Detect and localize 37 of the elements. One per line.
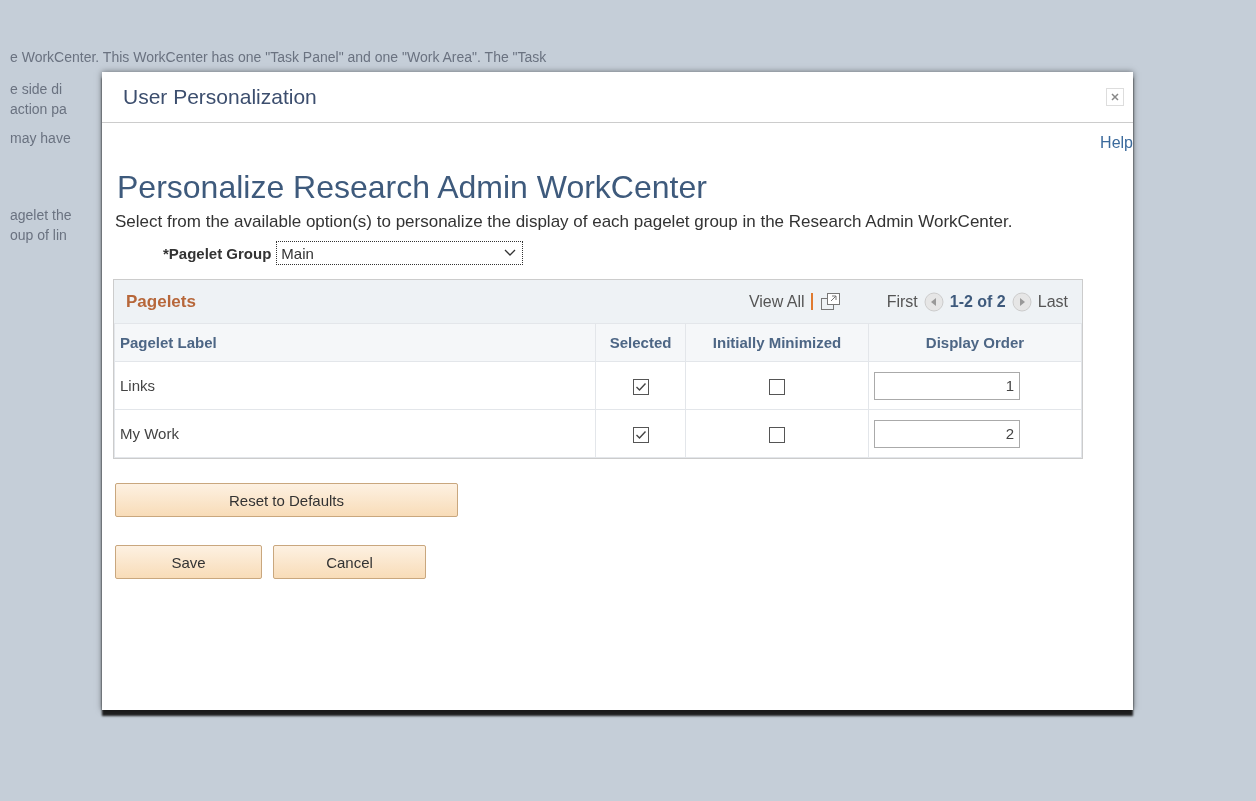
save-button[interactable]: Save bbox=[115, 545, 262, 579]
background-text: e WorkCenter. This WorkCenter has one "Task Panel" and one "Work Area". The "Task bbox=[10, 48, 547, 67]
close-button[interactable] bbox=[1106, 88, 1124, 106]
checkbox[interactable] bbox=[769, 378, 785, 395]
column-header: Selected bbox=[595, 323, 686, 362]
reset-to-defaults-button[interactable]: Reset to Defaults bbox=[115, 483, 458, 517]
cancel-button[interactable]: Cancel bbox=[273, 545, 426, 579]
description-text: Select from the available option(s) to personalize the display of each pagelet group in the Research Admin WorkCenter. bbox=[115, 211, 1014, 233]
last-link[interactable]: Last bbox=[1037, 292, 1068, 311]
field-label: *Pagelet Group bbox=[163, 244, 272, 262]
checked-checkbox[interactable] bbox=[632, 378, 649, 395]
pop-out-icon[interactable] bbox=[820, 292, 841, 311]
table-cell: My Work bbox=[114, 409, 596, 458]
table-cell: Links bbox=[114, 361, 596, 410]
background-text: action pa bbox=[10, 100, 67, 119]
separator-bar bbox=[810, 293, 813, 310]
dialog-title: User Personalization bbox=[123, 85, 317, 109]
column-header: Pagelet Label bbox=[114, 323, 596, 362]
column-header: Initially Minimized bbox=[685, 323, 869, 362]
background-text: agelet the bbox=[10, 206, 72, 225]
display-order-field[interactable]: 2 bbox=[873, 419, 1020, 448]
display-order-field[interactable]: 1 bbox=[873, 371, 1020, 400]
grid-title: Pagelets bbox=[126, 291, 197, 312]
background-text: may have bbox=[10, 129, 71, 148]
background-text: e side di bbox=[10, 80, 63, 99]
checked-checkbox[interactable] bbox=[632, 426, 649, 443]
background-text: oup of lin bbox=[10, 226, 67, 245]
row-count: 1-2 of 2 bbox=[949, 292, 1006, 311]
column-header: Display Order bbox=[868, 323, 1082, 362]
close-icon bbox=[1110, 92, 1120, 102]
checkbox[interactable] bbox=[769, 426, 785, 443]
view-all-link[interactable]: View All bbox=[748, 292, 805, 311]
chevron-down-icon bbox=[504, 249, 517, 257]
help-link[interactable]: Help bbox=[1100, 134, 1133, 152]
pagelet-group-dropdown[interactable]: Main bbox=[276, 241, 524, 265]
first-link[interactable]: First bbox=[886, 292, 918, 311]
page-heading: Personalize Research Admin WorkCenter bbox=[117, 170, 708, 204]
